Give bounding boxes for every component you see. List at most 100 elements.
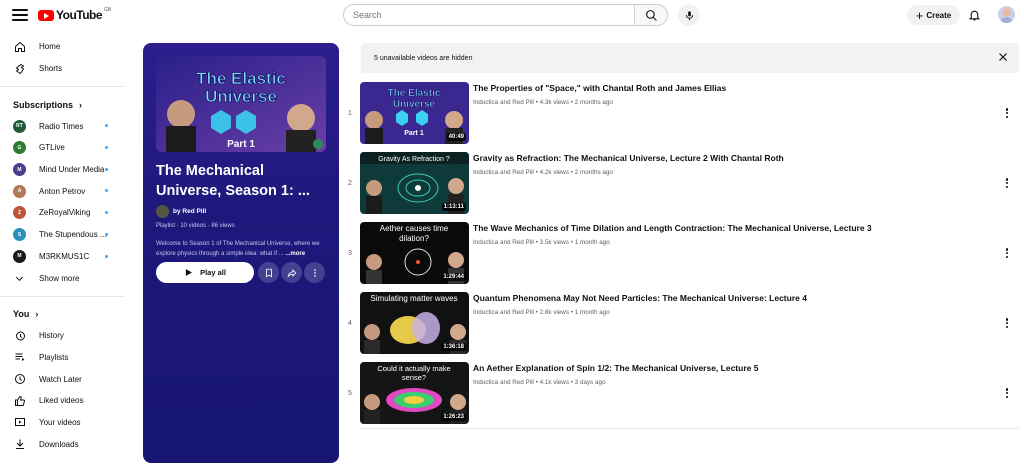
- sidebar-item-subscription[interactable]: G GTLive: [0, 137, 124, 159]
- video-thumbnail[interactable]: The Elastic Universe Part 1 40:49: [360, 82, 469, 144]
- sidebar-item-subscription[interactable]: S The Stupendous ...: [0, 224, 124, 246]
- sidebar-item-label: Radio Times: [39, 121, 84, 131]
- sidebar-item-label: Playlists: [39, 352, 69, 362]
- video-index: 4: [348, 320, 352, 327]
- channel-avatar: G: [13, 141, 26, 155]
- chevron-right-icon: ›: [79, 99, 83, 110]
- video-meta: Inductica and Red Pill • 2.8k views • 1 …: [473, 309, 610, 316]
- sidebar-item-subscription[interactable]: M Mind Under Media: [0, 159, 124, 181]
- subscriptions-heading-label: Subscriptions: [13, 99, 74, 110]
- more-vert-icon[interactable]: [1002, 176, 1012, 190]
- sidebar-item-watch-later[interactable]: Watch Later: [0, 368, 124, 390]
- account-avatar[interactable]: [998, 6, 1015, 23]
- chevron-down-icon: [13, 272, 26, 285]
- search-button[interactable]: [634, 4, 668, 26]
- playlists-icon: [13, 351, 26, 364]
- subscriptions-heading[interactable]: Subscriptions ›: [0, 94, 124, 115]
- notifications-button[interactable]: [968, 8, 981, 27]
- sidebar-item-label: GTLive: [39, 143, 65, 153]
- sidebar-item-subscription[interactable]: A Anton Petrov: [0, 180, 124, 202]
- logo-country: GB: [104, 7, 112, 13]
- thumb-title-line1: The Elastic: [196, 69, 286, 88]
- playlist-video-row[interactable]: 4 Simulating matter waves 1:36:18 Quantu…: [342, 292, 1022, 356]
- video-thumbnail[interactable]: Gravity As Refraction ? 1:13:11: [360, 152, 469, 214]
- video-thumbnail[interactable]: Aether causes time dilation? 1:29:44: [360, 222, 469, 284]
- video-title[interactable]: The Wave Mechanics of Time Dilation and …: [473, 223, 872, 233]
- new-content-dot: [105, 146, 108, 150]
- video-duration: 1:13:11: [441, 203, 466, 211]
- playlist-thumbnail[interactable]: The Elastic Universe Part 1: [156, 56, 326, 152]
- video-title[interactable]: The Properties of "Space," with Chantal …: [473, 83, 726, 93]
- svg-text:dilation?: dilation?: [399, 234, 429, 243]
- home-icon: [13, 40, 26, 53]
- playlist-video-row[interactable]: 1 The Elastic Universe Part 1 40:49 The …: [342, 82, 1022, 146]
- video-index: 2: [348, 180, 352, 187]
- sidebar-item-liked-videos[interactable]: Liked videos: [0, 390, 124, 412]
- playlist-video-row[interactable]: 2 Gravity As Refraction ? 1:13:11 Gravit…: [342, 152, 1022, 216]
- playlist-video-row[interactable]: 3 Aether causes time dilation? 1:29:44 T…: [342, 222, 1022, 286]
- thumb-part: Part 1: [227, 139, 255, 150]
- search-input[interactable]: [343, 4, 635, 26]
- video-title[interactable]: Quantum Phenomena May Not Need Particles…: [473, 293, 807, 303]
- sidebar-item-home[interactable]: Home: [0, 36, 124, 58]
- sidebar-item-subscription[interactable]: M M3RKMUS1C: [0, 246, 124, 268]
- video-thumbnail[interactable]: Could it actually make sense? 1:26:23: [360, 362, 469, 424]
- more-vert-icon[interactable]: [1002, 386, 1012, 400]
- logo-text: YouTube: [56, 8, 103, 22]
- sidebar-item-your-videos[interactable]: Your videos: [0, 412, 124, 434]
- video-duration: 40:49: [446, 133, 466, 141]
- play-all-label: Play all: [200, 268, 226, 277]
- voice-search-button[interactable]: [678, 4, 700, 26]
- sidebar-item-label: Liked videos: [39, 396, 84, 406]
- video-duration: 1:36:18: [441, 343, 466, 351]
- play-icon: [185, 269, 192, 276]
- video-duration: 1:29:44: [441, 273, 466, 281]
- sidebar-item-label: ZeRoyalViking: [39, 208, 91, 218]
- plus-icon: +: [915, 7, 924, 23]
- you-heading[interactable]: You ›: [0, 304, 124, 325]
- more-vert-icon[interactable]: [1002, 316, 1012, 330]
- show-more-button[interactable]: Show more: [0, 267, 124, 289]
- youtube-logo[interactable]: YouTube GB: [38, 7, 112, 22]
- sidebar-item-downloads[interactable]: Downloads: [0, 433, 124, 455]
- save-playlist-button[interactable]: [258, 262, 279, 283]
- close-icon[interactable]: [997, 51, 1009, 65]
- sidebar-item-history[interactable]: History: [0, 325, 124, 347]
- mic-icon: [685, 10, 693, 20]
- svg-text:sense?: sense?: [402, 373, 426, 382]
- share-button[interactable]: [281, 262, 302, 283]
- you-heading-label: You: [13, 309, 30, 320]
- more-actions-button[interactable]: [304, 262, 325, 283]
- create-button[interactable]: + Create: [907, 5, 960, 25]
- video-title[interactable]: An Aether Explanation of Spin 1/2: The M…: [473, 363, 758, 373]
- sidebar-item-label: Your videos: [39, 417, 81, 427]
- divider: [361, 428, 1019, 429]
- sidebar-item-playlists[interactable]: Playlists: [0, 347, 124, 369]
- sidebar-item-label: Home: [39, 42, 61, 52]
- video-index: 5: [348, 390, 352, 397]
- more-vert-icon[interactable]: [1002, 106, 1012, 120]
- svg-text:The Elastic: The Elastic: [388, 88, 441, 99]
- menu-icon[interactable]: [12, 7, 28, 23]
- channel-avatar: Z: [13, 206, 26, 220]
- more-vert-icon: [313, 268, 316, 277]
- more-vert-icon[interactable]: [1002, 246, 1012, 260]
- sidebar-item-subscription[interactable]: RT Radio Times: [0, 115, 124, 137]
- playlist-owner[interactable]: by Red Pill: [156, 205, 206, 218]
- video-thumbnail[interactable]: Simulating matter waves 1:36:18: [360, 292, 469, 354]
- sidebar-item-label: Downloads: [39, 439, 79, 449]
- playlist-video-row[interactable]: 5 Could it actually make sense? 1:26:23 …: [342, 362, 1022, 426]
- share-icon: [287, 268, 296, 278]
- divider: [0, 86, 124, 88]
- youtube-play-icon: [38, 9, 54, 21]
- sidebar-item-label: Mind Under Media: [39, 165, 105, 175]
- bookmark-icon: [265, 268, 272, 278]
- thumb-title-line2: Universe: [205, 87, 277, 106]
- sidebar-item-subscription[interactable]: Z ZeRoyalViking: [0, 202, 124, 224]
- new-content-dot: [105, 232, 108, 236]
- play-all-button[interactable]: Play all: [156, 262, 254, 283]
- sidebar-item-shorts[interactable]: Shorts: [0, 58, 124, 80]
- more-link[interactable]: ...more: [285, 251, 305, 257]
- playlist-description: Welcome to Season 1 of The Mechanical Un…: [156, 239, 328, 259]
- video-title[interactable]: Gravity as Refraction: The Mechanical Un…: [473, 153, 784, 163]
